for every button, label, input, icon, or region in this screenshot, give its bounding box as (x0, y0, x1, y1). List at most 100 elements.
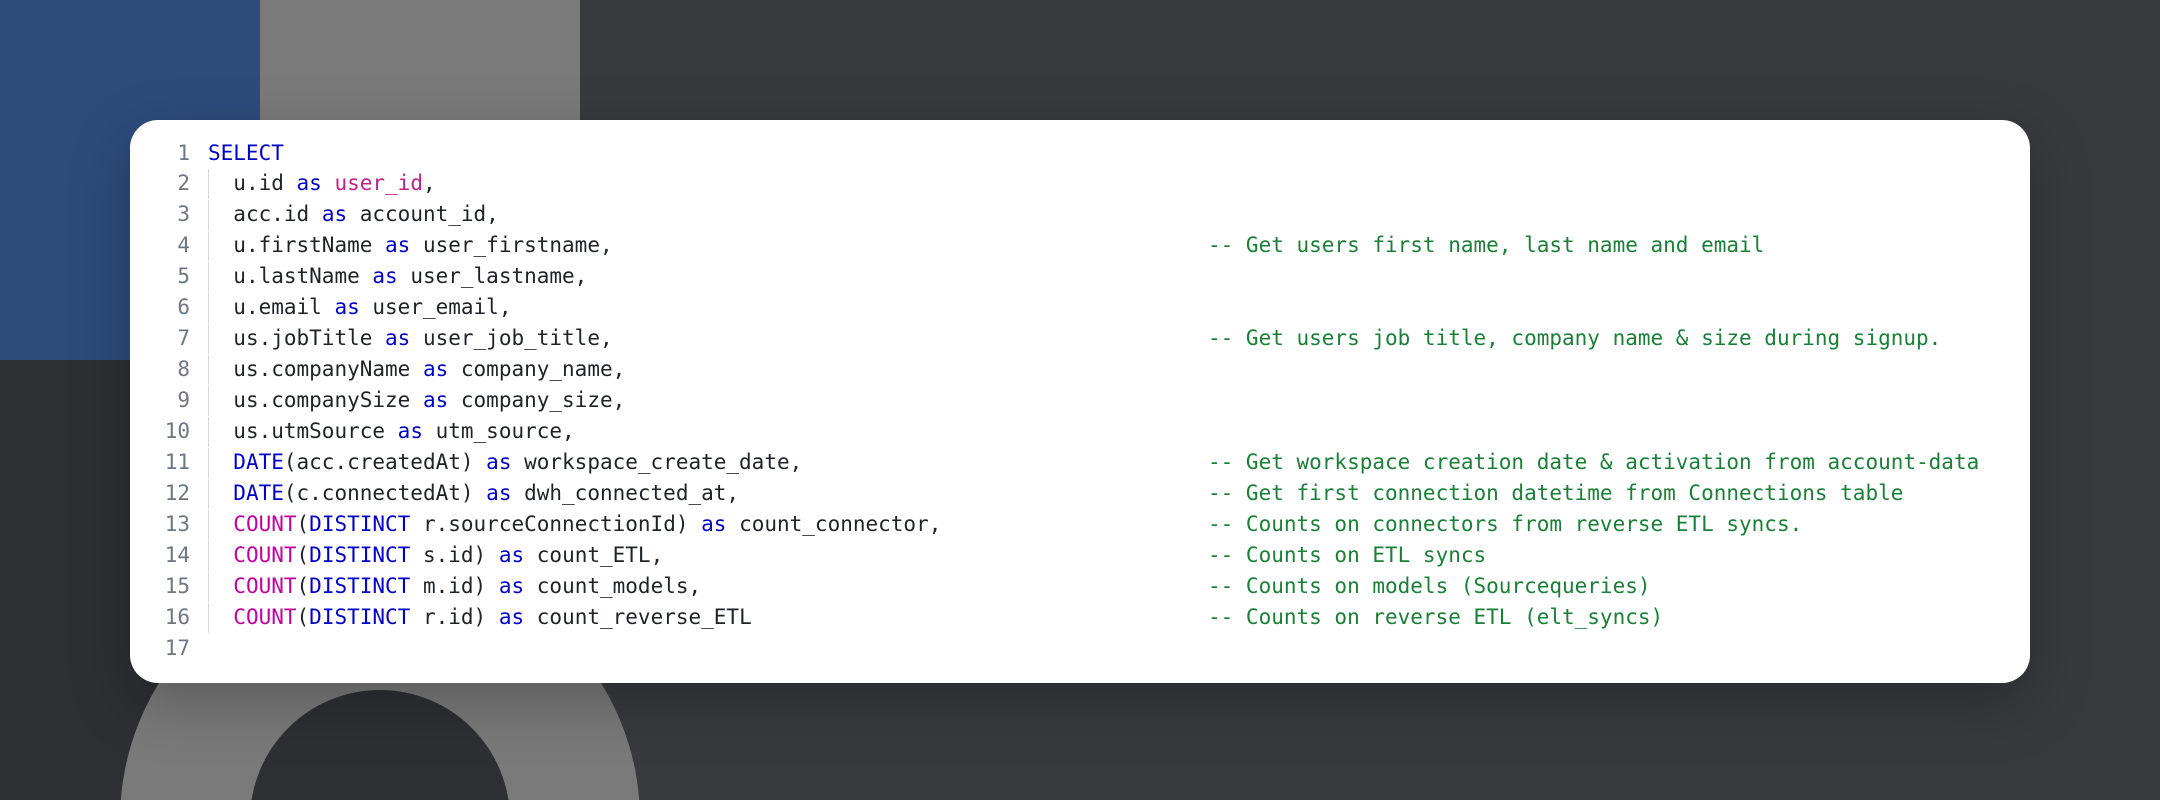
token-plain: r.id) (410, 605, 499, 629)
line-number: 11 (130, 447, 208, 477)
code-line[interactable]: 8 us.companyName as company_name, (130, 354, 2030, 385)
code-line[interactable]: 13 COUNT(DISTINCT r.sourceConnectionId) … (130, 509, 2030, 540)
token-plain: r.sourceConnectionId) (410, 512, 701, 536)
token-plain: workspace_create_date, (511, 450, 802, 474)
code-line[interactable]: 15 COUNT(DISTINCT m.id) as count_models,… (130, 571, 2030, 602)
code-content[interactable]: us.companyName as company_name, (208, 354, 2030, 385)
code-content[interactable]: u.email as user_email, (208, 292, 2030, 323)
code-line[interactable]: 10 us.utmSource as utm_source, (130, 416, 2030, 447)
token-plain: user_lastname, (398, 264, 588, 288)
code-line[interactable]: 16 COUNT(DISTINCT r.id) as count_reverse… (130, 602, 2030, 633)
token-fn: COUNT (233, 574, 296, 598)
token-fn: COUNT (233, 605, 296, 629)
code-content[interactable]: acc.id as account_id, (208, 199, 2030, 230)
code-line[interactable]: 17 (130, 633, 2030, 663)
code-line[interactable]: 2 u.id as user_id, (130, 168, 2030, 199)
token-pink: user_id (334, 171, 423, 195)
token-ident: acc.id (233, 202, 322, 226)
code-line[interactable]: 4 u.firstName as user_firstname,-- Get u… (130, 230, 2030, 261)
token-plain: ( (297, 512, 310, 536)
code-line[interactable]: 14 COUNT(DISTINCT s.id) as count_ETL,-- … (130, 540, 2030, 571)
token-as: as (297, 171, 322, 195)
token-as: as (423, 388, 448, 412)
line-number: 15 (130, 571, 208, 601)
line-number: 3 (130, 199, 208, 229)
code-line[interactable]: 6 u.email as user_email, (130, 292, 2030, 323)
token-plain: company_size, (448, 388, 625, 412)
code-line[interactable]: 9 us.companySize as company_size, (130, 385, 2030, 416)
token-kw: DISTINCT (309, 574, 410, 598)
token-plain: s.id) (410, 543, 499, 567)
token-ident: us.jobTitle (233, 326, 385, 350)
code-content[interactable]: COUNT(DISTINCT r.id) as count_reverse_ET… (208, 602, 2030, 633)
token-as: as (372, 264, 397, 288)
token-plain: user_email, (360, 295, 512, 319)
token-as: as (398, 419, 423, 443)
code-content[interactable]: DATE(c.connectedAt) as dwh_connected_at,… (208, 478, 2030, 509)
token-kw: SELECT (208, 141, 284, 165)
token-plain (322, 171, 335, 195)
code-content[interactable]: COUNT(DISTINCT m.id) as count_models,-- … (208, 571, 2030, 602)
token-plain: (acc.createdAt) (284, 450, 486, 474)
line-comment: -- Get users job title, company name & s… (1208, 323, 1941, 353)
line-number: 6 (130, 292, 208, 322)
token-ident: u.email (233, 295, 334, 319)
code-content[interactable]: SELECT (208, 138, 2030, 168)
line-number: 5 (130, 261, 208, 291)
token-kw: DATE (233, 481, 284, 505)
token-fn: COUNT (233, 543, 296, 567)
code-line[interactable]: 5 u.lastName as user_lastname, (130, 261, 2030, 292)
line-number: 2 (130, 168, 208, 198)
line-number: 12 (130, 478, 208, 508)
token-plain: user_job_title, (410, 326, 612, 350)
token-plain: m.id) (410, 574, 499, 598)
code-content[interactable]: us.utmSource as utm_source, (208, 416, 2030, 447)
token-as: as (486, 450, 511, 474)
token-as: as (423, 357, 448, 381)
token-ident: u.firstName (233, 233, 385, 257)
code-content[interactable]: us.jobTitle as user_job_title,-- Get use… (208, 323, 2030, 354)
token-plain: ( (297, 543, 310, 567)
code-line[interactable]: 3 acc.id as account_id, (130, 199, 2030, 230)
line-comment: -- Counts on reverse ETL (elt_syncs) (1208, 602, 1663, 632)
code-content[interactable]: us.companySize as company_size, (208, 385, 2030, 416)
line-comment: -- Counts on models (Sourcequeries) (1208, 571, 1651, 601)
token-plain: dwh_connected_at, (511, 481, 739, 505)
code-line[interactable]: 1SELECT (130, 138, 2030, 168)
line-comment: -- Counts on ETL syncs (1208, 540, 1486, 570)
code-content[interactable]: COUNT(DISTINCT r.sourceConnectionId) as … (208, 509, 2030, 540)
code-editor-panel[interactable]: 1SELECT2 u.id as user_id,3 acc.id as acc… (130, 120, 2030, 683)
token-plain: , (423, 171, 436, 195)
token-as: as (486, 481, 511, 505)
code-content[interactable]: u.lastName as user_lastname, (208, 261, 2030, 292)
token-ident: u.lastName (233, 264, 372, 288)
token-plain: count_reverse_ETL (524, 605, 752, 629)
code-line[interactable]: 12 DATE(c.connectedAt) as dwh_connected_… (130, 478, 2030, 509)
token-plain: count_models, (524, 574, 701, 598)
code-content[interactable]: u.id as user_id, (208, 168, 2030, 199)
code-content[interactable]: DATE(acc.createdAt) as workspace_create_… (208, 447, 2030, 478)
token-as: as (499, 543, 524, 567)
token-as: as (385, 233, 410, 257)
token-kw: DISTINCT (309, 543, 410, 567)
token-as: as (334, 295, 359, 319)
code-line[interactable]: 7 us.jobTitle as user_job_title,-- Get u… (130, 323, 2030, 354)
code-line[interactable]: 11 DATE(acc.createdAt) as workspace_crea… (130, 447, 2030, 478)
line-comment: -- Counts on connectors from reverse ETL… (1208, 509, 1802, 539)
token-kw: DISTINCT (309, 512, 410, 536)
line-number: 16 (130, 602, 208, 632)
code-content[interactable]: COUNT(DISTINCT s.id) as count_ETL,-- Cou… (208, 540, 2030, 571)
token-plain: account_id, (347, 202, 499, 226)
token-ident: us.utmSource (233, 419, 397, 443)
line-comment: -- Get workspace creation date & activat… (1208, 447, 1979, 477)
token-plain: count_connector, (726, 512, 941, 536)
line-number: 17 (130, 633, 208, 663)
code-content[interactable]: u.firstName as user_firstname,-- Get use… (208, 230, 2030, 261)
token-plain: user_firstname, (410, 233, 612, 257)
token-as: as (701, 512, 726, 536)
token-fn: COUNT (233, 512, 296, 536)
line-number: 1 (130, 138, 208, 168)
line-number: 9 (130, 385, 208, 415)
line-number: 14 (130, 540, 208, 570)
token-as: as (322, 202, 347, 226)
